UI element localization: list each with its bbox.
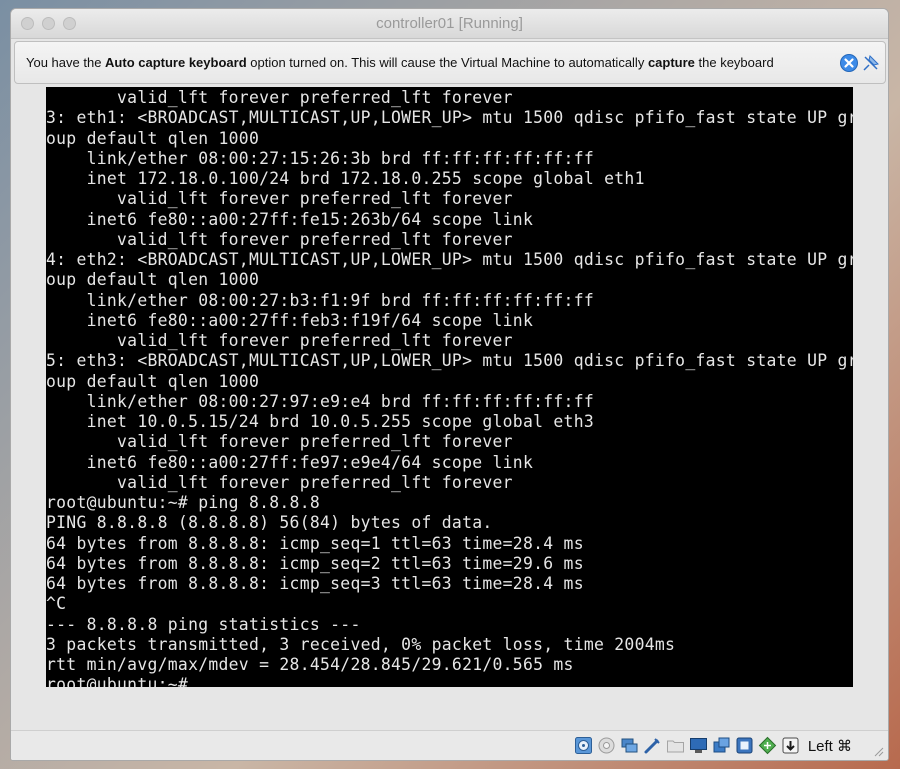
info-close-icon[interactable]: [839, 53, 859, 73]
resize-grip-icon[interactable]: [872, 745, 884, 757]
usb-icon[interactable]: [643, 736, 662, 755]
terminal-line: 3: eth1: <BROADCAST,MULTICAST,UP,LOWER_U…: [46, 108, 853, 128]
title-bar: controller01 [Running]: [11, 9, 888, 39]
terminal-line: oup default qlen 1000: [46, 371, 260, 391]
terminal-line: 64 bytes from 8.8.8.8: icmp_seq=2 ttl=63…: [46, 553, 584, 573]
notice-segment: capture: [647, 55, 695, 70]
notice-segment: Auto capture keyboard: [105, 55, 247, 70]
notice-segment: You have the: [26, 55, 106, 70]
vt-x-icon[interactable]: [735, 736, 754, 755]
terminal-line: oup default qlen 1000: [46, 270, 260, 290]
mouse-integration-icon[interactable]: [758, 736, 777, 755]
auto-capture-notice: You have the Auto capture keyboard optio…: [14, 41, 886, 84]
notice-message: You have the Auto capture keyboard optio…: [26, 55, 774, 70]
terminal-line: 3 packets transmitted, 3 received, 0% pa…: [46, 634, 676, 654]
keyboard-capture-icon[interactable]: [781, 736, 800, 755]
terminal-output: valid_lft forever preferred_lft forever 3…: [46, 88, 853, 687]
vm-display[interactable]: valid_lft forever preferred_lft forever 3…: [46, 87, 853, 687]
notice-segment: option turned on. This will cause the Vi…: [246, 55, 648, 70]
terminal-line: root@ubuntu:~#: [46, 675, 189, 687]
terminal-line: inet 172.18.0.100/24 brd 172.18.0.255 sc…: [46, 169, 645, 188]
network-icon[interactable]: [620, 736, 639, 755]
terminal-line: 4: eth2: <BROADCAST,MULTICAST,UP,LOWER_U…: [46, 250, 853, 269]
terminal-line: inet6 fe80::a00:27ff:feb3:f19f/64 scope …: [46, 310, 534, 330]
window-title: controller01 [Running]: [376, 15, 523, 32]
vm-window: controller01 [Running] You have the Auto…: [10, 8, 889, 761]
terminal-line: oup default qlen 1000: [46, 128, 260, 148]
terminal-line: ^C: [46, 594, 67, 614]
terminal-line: inet6 fe80::a00:27ff:fe97:e9e4/64 scope …: [46, 452, 534, 472]
terminal-line: --- 8.8.8.8 ping statistics ---: [46, 614, 361, 634]
status-bar: Left ⌘: [11, 730, 888, 760]
terminal-line: valid_lft forever preferred_lft forever: [46, 472, 513, 492]
shared-folder-icon[interactable]: [666, 736, 685, 755]
terminal-line: 64 bytes from 8.8.8.8: icmp_seq=1 ttl=63…: [46, 533, 584, 553]
notice-segment: the keyboard: [694, 55, 774, 70]
display-icon[interactable]: [689, 736, 708, 755]
terminal-line: 5: eth3: <BROADCAST,MULTICAST,UP,LOWER_U…: [46, 351, 853, 371]
notice-actions: [839, 53, 881, 73]
optical-drive-icon[interactable]: [574, 736, 593, 755]
terminal-line: valid_lft forever preferred_lft forever: [46, 189, 513, 209]
terminal-line: inet6 fe80::a00:27ff:fe15:263b/64 scope …: [46, 209, 534, 229]
terminal-line: 64 bytes from 8.8.8.8: icmp_seq=3 ttl=63…: [46, 574, 584, 593]
terminal-line: rtt min/avg/max/mdev = 28.454/28.845/29.…: [46, 655, 574, 674]
terminal-line: link/ether 08:00:27:b3:f1:9f brd ff:ff:f…: [46, 290, 594, 310]
terminal-line: valid_lft forever preferred_lft forever: [46, 432, 513, 452]
terminal-line: root@ubuntu:~# ping 8.8.8.8: [46, 493, 320, 512]
audio-icon[interactable]: [597, 736, 616, 755]
terminal-line: link/ether 08:00:27:15:26:3b brd ff:ff:f…: [46, 148, 594, 168]
terminal-line: inet 10.0.5.15/24 brd 10.0.5.255 scope g…: [46, 412, 594, 431]
video-capture-icon[interactable]: [712, 736, 731, 755]
terminal-line: link/ether 08:00:27:97:e9:e4 brd ff:ff:f…: [46, 391, 594, 411]
terminal-line: valid_lft forever preferred_lft forever: [46, 229, 513, 249]
pin-icon[interactable]: [861, 53, 881, 73]
terminal-line: valid_lft forever preferred_lft forever: [46, 88, 513, 107]
terminal-line: PING 8.8.8.8 (8.8.8.8) 56(84) bytes of d…: [46, 513, 493, 533]
terminal-line: valid_lft forever preferred_lft forever: [46, 331, 513, 350]
status-icons: Left ⌘: [574, 736, 852, 755]
host-key-label[interactable]: Left ⌘: [808, 737, 852, 755]
